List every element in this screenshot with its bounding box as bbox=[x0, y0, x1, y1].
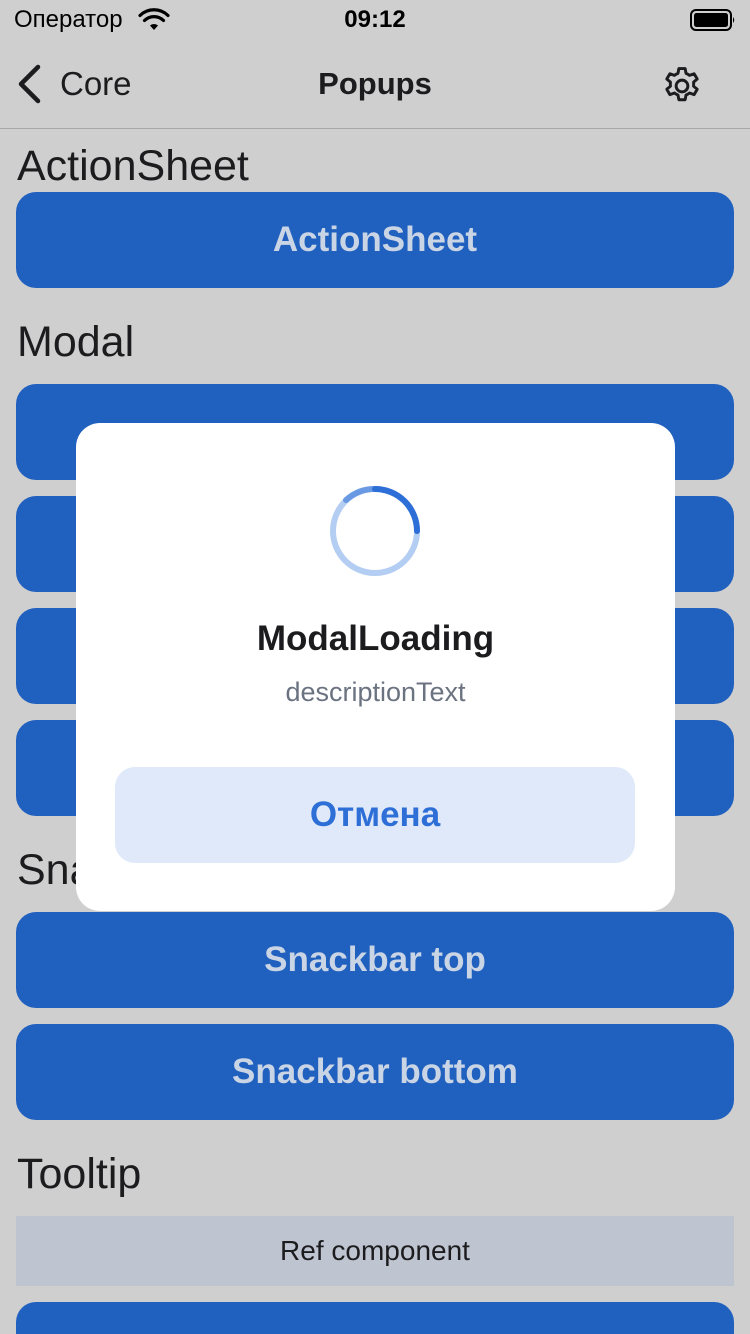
screen: Оператор 09:12 Core Popups ActionSheet A… bbox=[0, 0, 750, 1334]
loading-spinner-icon bbox=[330, 485, 420, 576]
page-title: Popups bbox=[318, 66, 432, 101]
ref-component[interactable]: Ref component bbox=[16, 1216, 734, 1286]
actionsheet-button[interactable]: ActionSheet bbox=[16, 192, 734, 288]
battery-icon bbox=[690, 9, 735, 31]
modal-title: ModalLoading bbox=[256, 619, 495, 658]
status-bar: Оператор 09:12 bbox=[0, 0, 750, 40]
cancel-button[interactable]: Отмена bbox=[115, 767, 635, 863]
clock: 09:12 bbox=[344, 6, 406, 33]
snackbar-top-button[interactable]: Snackbar top bbox=[16, 912, 734, 1008]
section-title-modal: Modal bbox=[17, 318, 135, 366]
gear-icon[interactable] bbox=[660, 64, 704, 108]
tooltip-button[interactable] bbox=[16, 1302, 734, 1334]
modal-description: descriptionText bbox=[285, 677, 466, 707]
navigation-bar: Core Popups bbox=[0, 40, 750, 129]
modal-loading-dialog: ModalLoading descriptionText Отмена bbox=[76, 423, 675, 911]
section-title-actionsheet: ActionSheet bbox=[17, 142, 249, 190]
snackbar-bottom-button[interactable]: Snackbar bottom bbox=[16, 1024, 734, 1120]
section-title-tooltip: Tooltip bbox=[17, 1150, 142, 1198]
